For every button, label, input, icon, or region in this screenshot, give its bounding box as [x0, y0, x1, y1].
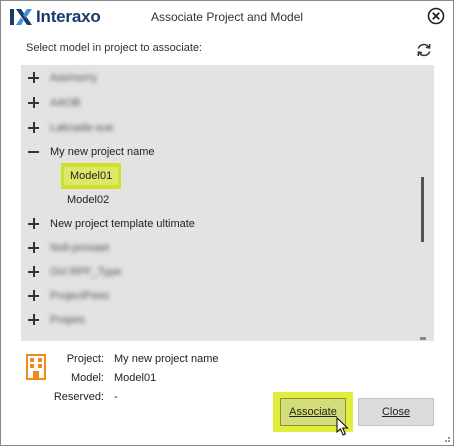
dialog-title: Associate Project and Model — [150, 10, 304, 24]
model-label: Model01 — [64, 167, 119, 185]
refresh-icon[interactable] — [415, 41, 433, 59]
tree-project-item[interactable]: ProjectPees — [21, 286, 109, 306]
tree-scrollbar[interactable] — [415, 65, 434, 341]
tree-project-item[interactable]: AAOB — [21, 93, 81, 113]
tree-project-item-expanded[interactable]: My new project name — [21, 142, 155, 162]
reserved-field-value: - — [114, 391, 118, 403]
project-label: Noli-prosaet — [50, 242, 110, 254]
associate-dialog: Interaxo Associate Project and Model Sel… — [0, 0, 454, 446]
tree-project-item[interactable]: Propes — [21, 310, 85, 330]
tree-project-item[interactable]: New project template ultimate — [21, 214, 195, 234]
tree-project-item[interactable]: Aasmorry — [21, 68, 97, 88]
expand-plus-icon[interactable] — [27, 121, 41, 135]
project-field-value: My new project name — [114, 353, 219, 365]
expand-plus-icon[interactable] — [27, 96, 41, 110]
tree-project-item[interactable]: Noli-prosaet — [21, 238, 109, 258]
tree-project-item[interactable]: Ocl RPF_Type — [21, 262, 122, 282]
project-label: My new project name — [50, 146, 155, 158]
project-label: AAOB — [50, 97, 81, 109]
expand-plus-icon[interactable] — [27, 265, 41, 279]
project-model-tree[interactable]: Aasmorry AAOB Laknade-sue My new project… — [21, 65, 434, 341]
close-button[interactable]: Close — [358, 398, 434, 426]
tree-project-item[interactable]: Laknade-sue — [21, 118, 114, 138]
scroll-down-arrow-icon[interactable] — [420, 337, 426, 340]
scrollbar-thumb[interactable] — [421, 177, 424, 242]
collapse-minus-icon[interactable] — [27, 145, 41, 159]
resize-grip-icon[interactable] — [441, 433, 451, 443]
expand-plus-icon[interactable] — [27, 71, 41, 85]
project-label: Ocl RPF_Type — [50, 266, 122, 278]
expand-plus-icon[interactable] — [27, 241, 41, 255]
project-field-label: Project: — [66, 353, 104, 365]
project-label: New project template ultimate — [50, 218, 195, 230]
tree-model-item-selected[interactable]: Model01 — [61, 163, 122, 189]
model-label: Model02 — [67, 194, 110, 206]
mouse-pointer-icon — [336, 417, 349, 436]
expand-plus-icon[interactable] — [27, 313, 41, 327]
project-label: Aasmorry — [50, 72, 98, 84]
detail-labels: Project: Model: Reserved: — [41, 350, 104, 407]
detail-values: My new project name Model01 - — [114, 350, 219, 407]
model-field-label: Model: — [70, 372, 104, 384]
project-label: Propes — [50, 314, 85, 326]
project-label: ProjectPees — [50, 290, 110, 302]
expand-plus-icon[interactable] — [27, 289, 41, 303]
project-label: Laknade-sue — [50, 122, 114, 134]
expand-plus-icon[interactable] — [27, 217, 41, 231]
model-field-value: Model01 — [114, 372, 157, 384]
instruction-text: Select model in project to associate: — [26, 42, 203, 54]
close-icon[interactable] — [427, 7, 445, 25]
tree-model-item[interactable]: Model02 — [61, 190, 115, 210]
reserved-field-label: Reserved: — [53, 391, 104, 403]
